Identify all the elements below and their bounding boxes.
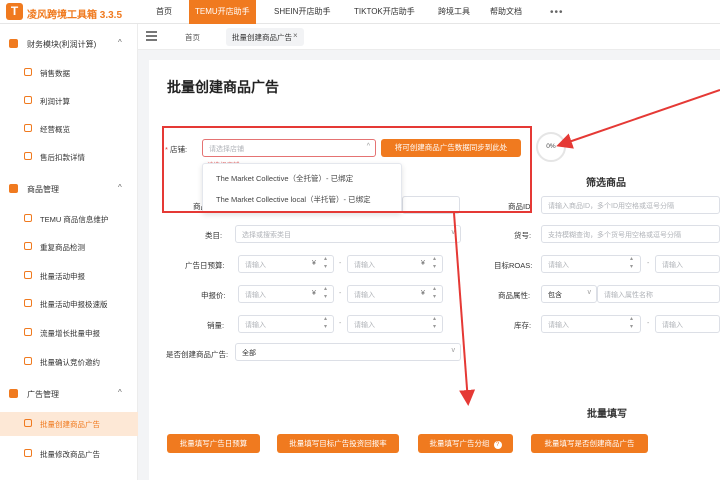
annotation-arrow-right bbox=[556, 89, 720, 149]
annotation-arrow-down bbox=[453, 212, 476, 406]
annotation-arrows bbox=[453, 89, 720, 406]
